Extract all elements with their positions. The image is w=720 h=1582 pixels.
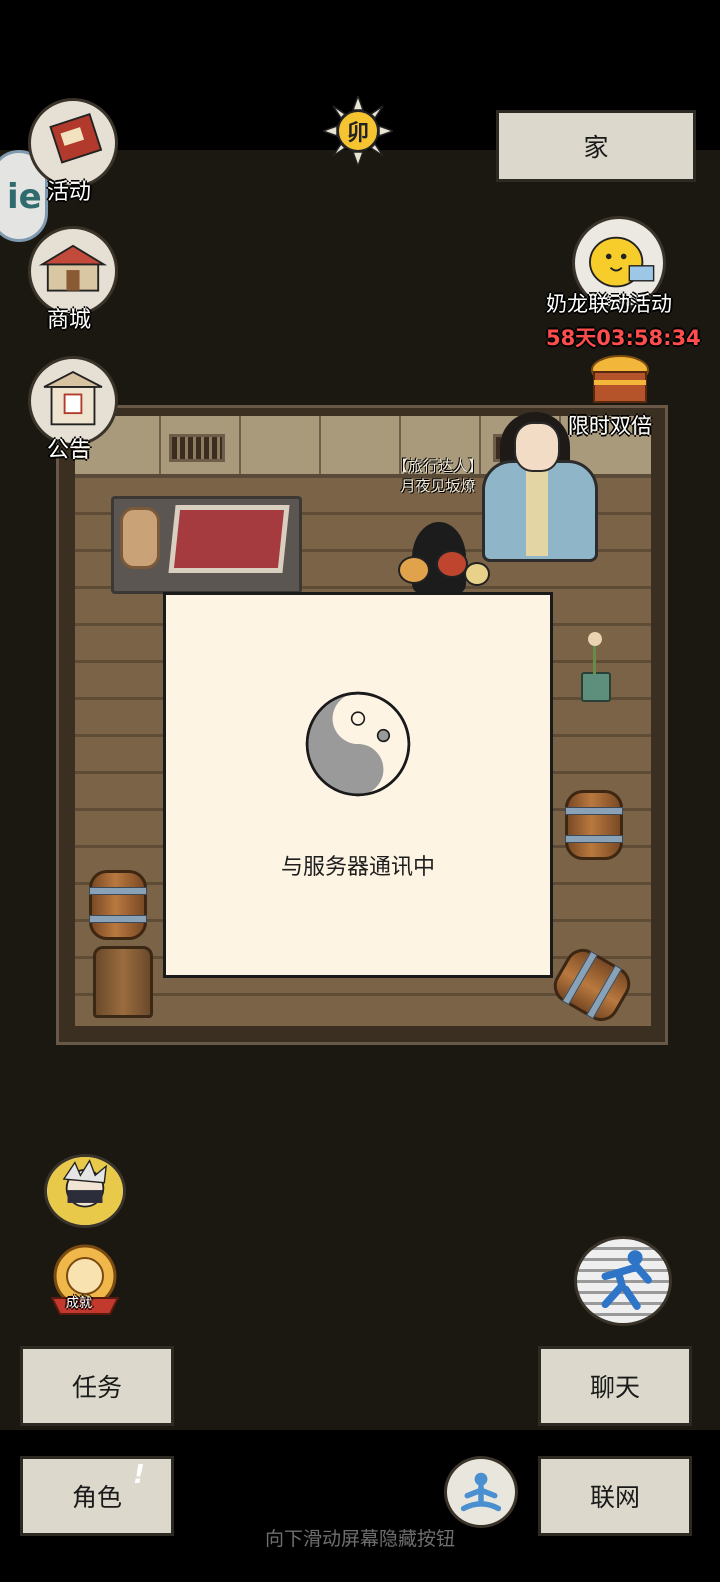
player-character[interactable] — [398, 512, 490, 594]
event-name: 奶龙联动活动 — [546, 292, 672, 316]
running-icon — [601, 1250, 652, 1310]
loading-message: 与服务器通讯中 — [280, 855, 435, 880]
shop-label: 商城 — [47, 308, 92, 333]
chat-button-label: 聊天 — [589, 1373, 640, 1402]
event-timer: 58天03:58:34 — [546, 326, 701, 350]
home-button[interactable]: 家 — [496, 110, 696, 182]
npc-nameplate: 【旅行达人】 月夜见坂燎 — [388, 456, 488, 496]
sun-icon[interactable]: 卯 — [323, 96, 393, 166]
network-button-label: 联网 — [589, 1483, 640, 1512]
shop-icon — [38, 244, 108, 292]
barrel[interactable] — [89, 870, 147, 940]
npc-name: 月夜见坂燎 — [400, 477, 476, 495]
role-alert-badge: ! — [133, 1460, 145, 1490]
notice-icon — [43, 371, 103, 426]
task-button-label: 任务 — [71, 1373, 122, 1402]
wooden-chest[interactable] — [93, 946, 153, 1018]
wall-window — [169, 434, 225, 462]
pillow — [120, 507, 160, 569]
meditate-button[interactable] — [444, 1456, 518, 1528]
hide-buttons-hint: 向下滑动屏幕隐藏按钮 — [264, 1528, 455, 1550]
role-button-label: 角色 — [71, 1483, 122, 1512]
character-avatar-button[interactable] — [44, 1154, 126, 1228]
food-bowl — [398, 556, 430, 584]
blanket — [168, 505, 290, 573]
ninja-avatar-icon — [47, 1157, 123, 1225]
treasure-chest-icon[interactable] — [580, 350, 660, 410]
food-bowl — [464, 562, 490, 586]
task-button[interactable]: 任务 — [20, 1346, 174, 1426]
potted-plant — [581, 632, 611, 702]
bed[interactable] — [111, 496, 302, 594]
notice-label: 公告 — [47, 438, 92, 463]
double-reward-label: 限时双倍 — [568, 414, 652, 438]
meditation-icon — [460, 1472, 502, 1512]
chat-button[interactable]: 聊天 — [538, 1346, 692, 1426]
achievement-label: 成就 — [66, 1296, 93, 1311]
activity-label: 活动 — [47, 180, 92, 205]
flag-icon — [49, 113, 103, 164]
home-button-label: 家 — [583, 133, 609, 162]
sun-glyph: 卯 — [347, 121, 369, 146]
run-toggle-button[interactable] — [574, 1236, 672, 1326]
taiji-icon — [305, 691, 411, 797]
npc-title: 【旅行达人】 — [392, 457, 483, 475]
barrel[interactable] — [565, 790, 623, 860]
loading-dialog: 与服务器通讯中 — [163, 592, 553, 978]
